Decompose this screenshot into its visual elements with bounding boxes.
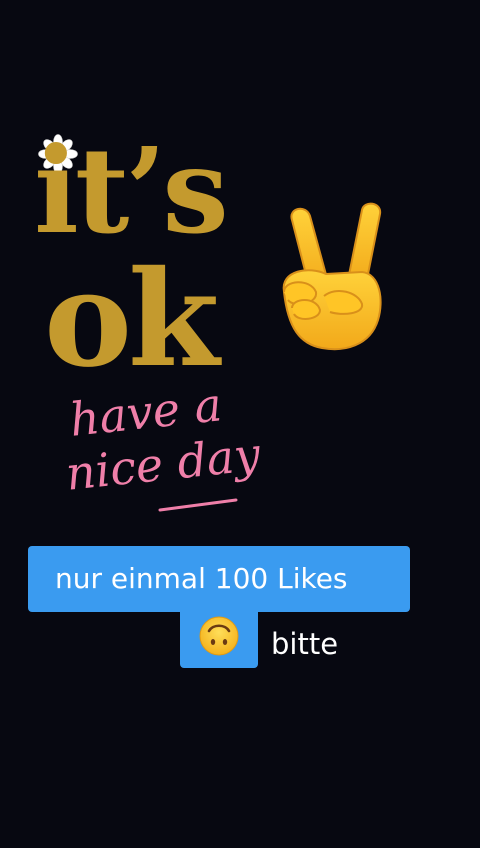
upside-down-face-icon (199, 616, 239, 656)
caption-text-1: nur einmal 100 Likes (55, 562, 348, 595)
sticker-title-its: it’s (34, 121, 229, 260)
caption-box-1: nur einmal 100 Likes (28, 546, 410, 612)
caption-text-2: bitte (271, 627, 339, 661)
sticker-title-ok: ok (44, 242, 220, 397)
handwritten-greeting: have a nice day (60, 377, 280, 530)
handwritten-underline (158, 498, 238, 512)
victory-hand-icon (282, 202, 382, 351)
